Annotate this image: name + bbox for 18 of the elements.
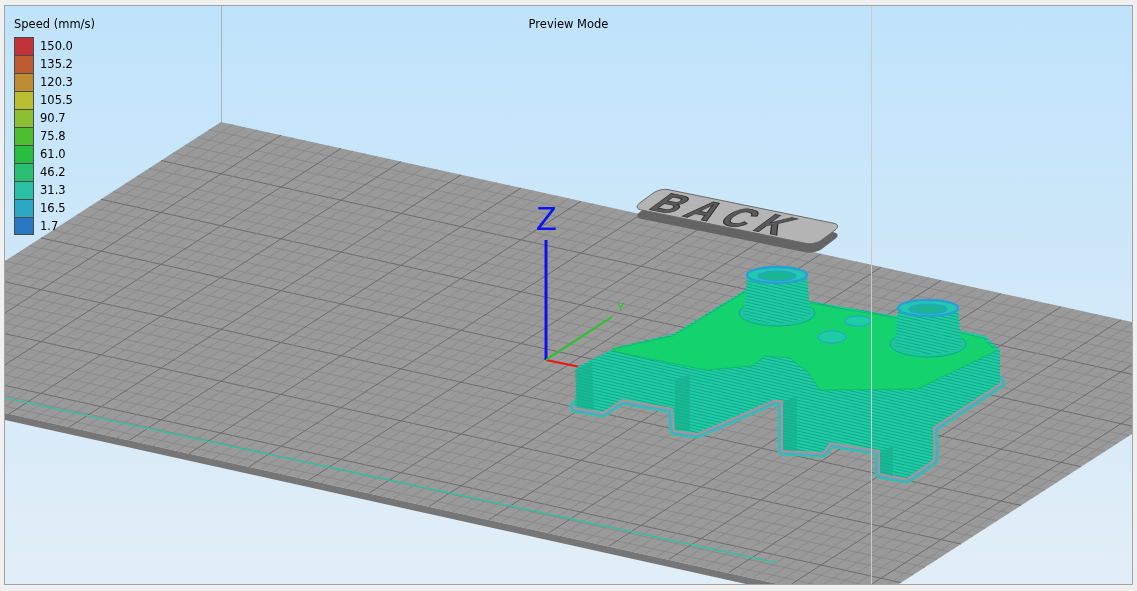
y-axis-label: Y [617, 301, 625, 313]
embossed-label: BACK [640, 188, 806, 241]
viewport-title: Preview Mode [528, 16, 609, 32]
legend-value: 1.7 [40, 219, 59, 233]
legend-value: 90.7 [40, 111, 66, 125]
legend-value: 150.0 [40, 39, 73, 53]
x-axis-line [545, 359, 581, 368]
legend-title: Speed (mm/s) [14, 16, 95, 32]
legend-value: 135.2 [40, 57, 73, 71]
legend-value: 31.3 [40, 183, 66, 197]
legend-value: 120.3 [40, 75, 73, 89]
legend-value: 75.8 [40, 129, 66, 143]
legend-value: 61.0 [40, 147, 66, 161]
legend-value: 16.5 [40, 201, 66, 215]
z-axis-label: Z [536, 199, 557, 237]
legend-value: 46.2 [40, 165, 66, 179]
legend-value: 105.5 [40, 93, 73, 107]
y-axis-line [545, 316, 613, 361]
